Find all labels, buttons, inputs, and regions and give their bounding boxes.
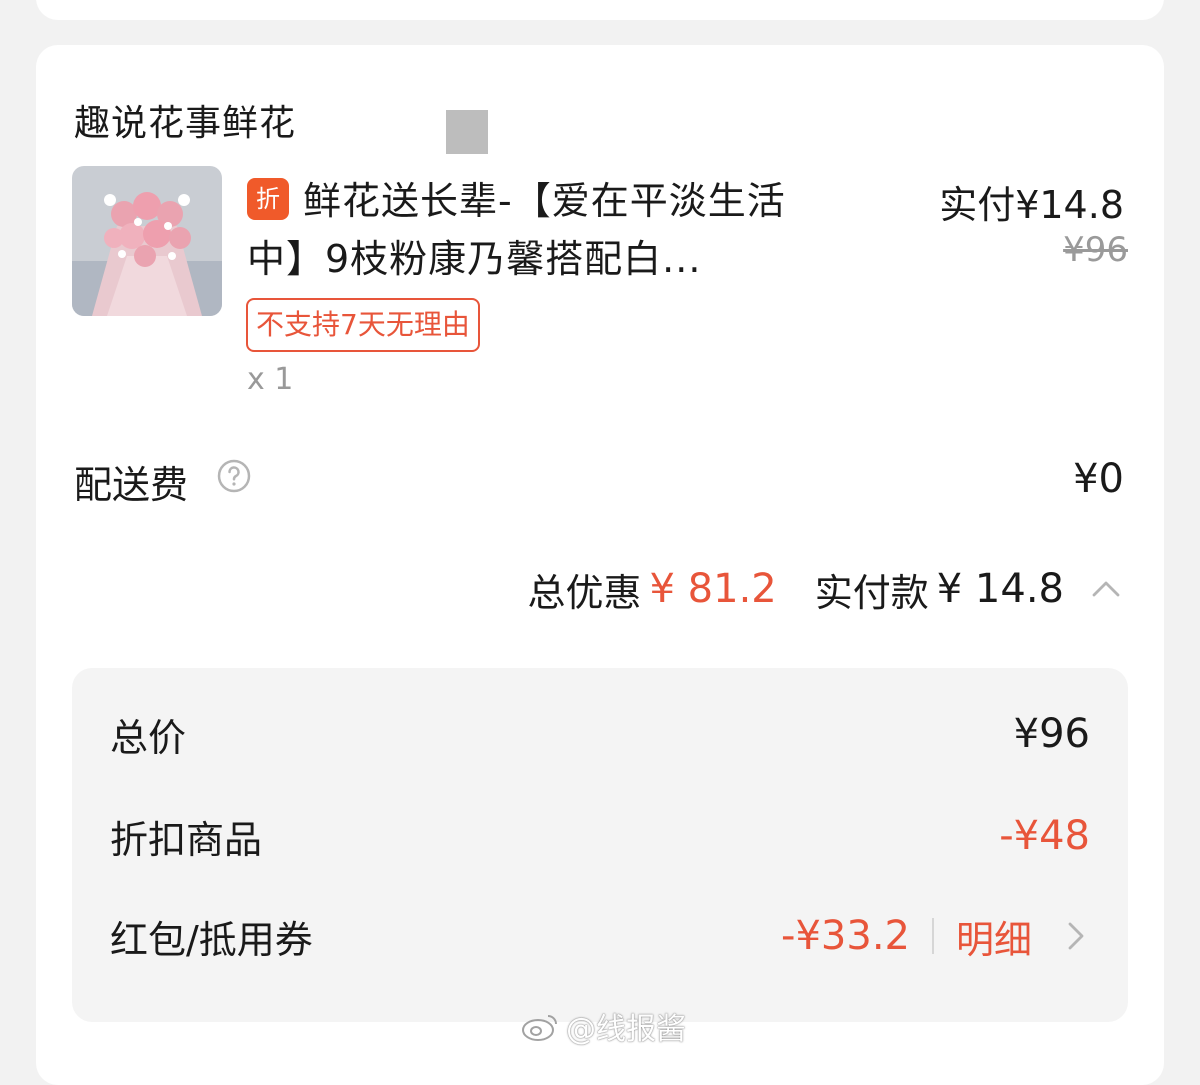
breakdown-row-total: 总价 ¥96 [110, 704, 1090, 764]
paid-amount-label: 实付款 [814, 570, 929, 615]
total-price-value: ¥96 [1013, 711, 1090, 757]
product-original-price: ¥96 [1063, 230, 1128, 270]
product-quantity: x 1 [247, 362, 294, 397]
product-paid-price: 实付¥14.8 [939, 183, 1124, 227]
return-policy-tag: 不支持7天无理由 [246, 298, 480, 352]
paid-amount-value: ¥ 14.8 [936, 566, 1064, 612]
shop-name[interactable]: 趣说花事鲜花 [74, 94, 296, 146]
watermark-text: @线报酱 [566, 1012, 686, 1047]
weibo-icon [522, 1015, 557, 1041]
total-discount-label: 总优惠 [527, 570, 642, 615]
coupon-value: -¥33.2 [781, 913, 910, 959]
total-price-label: 总价 [110, 715, 187, 760]
total-discount-value: ¥ 81.2 [649, 566, 777, 612]
weibo-watermark: @线报酱 [520, 1004, 686, 1048]
breakdown-row-coupon[interactable]: 红包/抵用券 -¥33.2 明细 [110, 906, 1090, 966]
help-circle-icon[interactable] [216, 458, 252, 494]
delivery-fee-label: 配送费 [74, 463, 189, 507]
previous-card [36, 0, 1164, 20]
discount-item-label: 折扣商品 [110, 817, 263, 862]
product-title[interactable]: 鲜花送长辈-【爱在平淡生活中】9枝粉康乃馨搭配白... [247, 172, 807, 288]
price-breakdown-panel: 总价 ¥96 折扣商品 -¥48 红包/抵用券 -¥33.2 明细 [72, 668, 1128, 1022]
bouquet-image [72, 166, 222, 316]
chevron-right-icon[interactable] [1062, 918, 1090, 954]
redacted-block [446, 110, 488, 154]
breakdown-row-discount-item: 折扣商品 -¥48 [110, 806, 1090, 866]
discount-item-value: -¥48 [999, 813, 1090, 859]
product-thumbnail[interactable] [72, 166, 222, 316]
divider [931, 918, 934, 954]
coupon-label: 红包/抵用券 [110, 917, 313, 962]
coupon-detail-link[interactable]: 明细 [956, 909, 1032, 964]
delivery-fee-value: ¥0 [1073, 456, 1124, 502]
chevron-up-icon[interactable] [1088, 571, 1124, 607]
order-summary[interactable]: 总优惠 ¥ 81.2 实付款 ¥ 14.8 [527, 564, 1125, 615]
